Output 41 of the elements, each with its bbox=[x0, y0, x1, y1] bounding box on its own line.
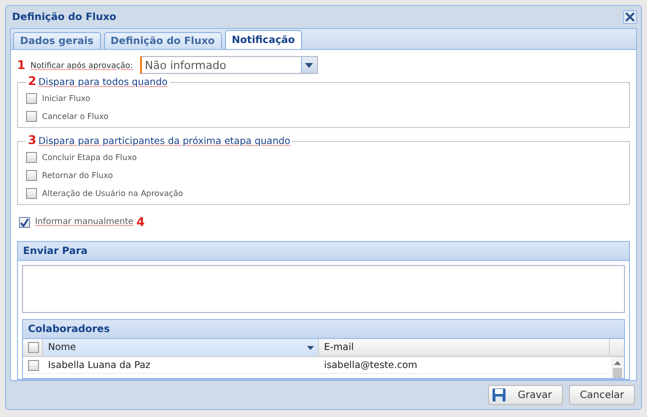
tab[interactable]: Definição do Fluxo bbox=[104, 32, 222, 49]
annotation-number: 4 bbox=[136, 215, 145, 229]
panel-title: Colaboradores bbox=[28, 324, 110, 334]
checkbox-label: Alteração de Usuário na Aprovação bbox=[42, 188, 184, 198]
tab[interactable]: Dados gerais bbox=[13, 32, 101, 49]
checkbox[interactable] bbox=[26, 170, 37, 180]
recipients-field[interactable] bbox=[22, 265, 625, 313]
checkbox[interactable] bbox=[26, 110, 37, 122]
checkbox-label: Iniciar Fluxo bbox=[42, 94, 90, 102]
table-cell: isabella@teste.com bbox=[324, 360, 418, 370]
close-icon bbox=[625, 12, 635, 22]
scroll-up-icon bbox=[614, 361, 621, 365]
checkbox[interactable] bbox=[19, 216, 30, 228]
group-title: Dispara para todos quando bbox=[38, 77, 168, 88]
annotation-number: 3 bbox=[28, 133, 36, 147]
column-header[interactable]: Nome bbox=[48, 342, 76, 353]
annotation-number: 1 bbox=[17, 58, 26, 72]
checkbox[interactable] bbox=[26, 92, 37, 104]
table-cell: Isabella Luana da Paz bbox=[48, 360, 150, 370]
caret-icon bbox=[307, 346, 314, 350]
group-title: Dispara para participantes da próxima etapa quando bbox=[38, 136, 290, 147]
checkbox-label: Concluir Etapa do Fluxo bbox=[42, 152, 137, 162]
panel-title: Enviar Para bbox=[23, 246, 88, 256]
checkbox-label: Informar manualmente bbox=[35, 217, 134, 227]
checkbox[interactable] bbox=[28, 360, 39, 370]
checkbox[interactable] bbox=[26, 152, 37, 162]
caret-icon bbox=[305, 62, 314, 68]
annotation-number: 2 bbox=[28, 74, 36, 88]
checkbox[interactable] bbox=[26, 188, 37, 198]
checkbox-label: Cancelar o Fluxo bbox=[42, 112, 109, 120]
close-button[interactable] bbox=[623, 10, 637, 24]
save-button[interactable]: Gravar bbox=[488, 385, 563, 405]
column-header[interactable]: E-mail bbox=[324, 342, 354, 353]
cancel-button[interactable]: Cancelar bbox=[568, 385, 635, 405]
checkbox[interactable] bbox=[28, 342, 39, 353]
notify-dropdown[interactable]: Não informado bbox=[140, 56, 318, 74]
tab[interactable]: Notificação bbox=[224, 30, 302, 49]
field-label: Notificar após aprovação: bbox=[30, 60, 133, 70]
window-title: Definição do Fluxo bbox=[12, 12, 116, 22]
checkbox-label: Retornar do Fluxo bbox=[42, 170, 113, 180]
scrollbar[interactable] bbox=[611, 357, 624, 378]
